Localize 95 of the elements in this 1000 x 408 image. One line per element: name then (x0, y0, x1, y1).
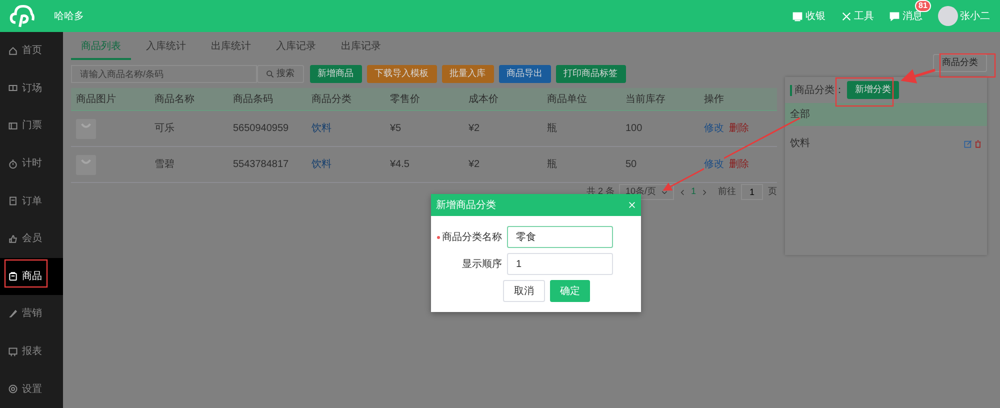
column-header: 商品单位 (546, 92, 588, 106)
tools-icon (840, 10, 852, 22)
column-header: 商品名称 (154, 92, 196, 106)
tab[interactable]: 出库记录 (331, 38, 391, 60)
field-label: 显示顺序 (462, 258, 502, 272)
toolbar-button[interactable]: 下载导入模板 (366, 65, 436, 83)
input-field[interactable]: 1 (507, 253, 613, 275)
tab[interactable]: 入库统计 (136, 38, 196, 60)
annotation-box (835, 77, 894, 107)
edit-link[interactable]: 修改 (704, 157, 724, 172)
column-header: 商品分类 (310, 92, 352, 106)
page-input[interactable]: 1 (741, 184, 763, 200)
header-link[interactable]: 收银 (792, 8, 826, 24)
cancel-button[interactable]: 取消 (503, 280, 545, 302)
next-icon[interactable] (701, 188, 708, 196)
accent-bar (790, 84, 792, 96)
table-cell-text: 饮料 (310, 158, 332, 172)
stopwatch-icon (8, 158, 18, 169)
user-name[interactable]: 张小二 (960, 8, 990, 24)
column-header: 当前库存 (624, 92, 666, 106)
category-button[interactable]: 商品分类 (933, 54, 987, 72)
category-label: 饮料 (790, 136, 811, 151)
table-cell-text: ¥2 (468, 122, 481, 136)
brand-name: 哈哈多 (54, 10, 84, 24)
toolbar-button[interactable]: 新增商品 (310, 65, 362, 83)
confirm-button[interactable]: 确定 (550, 280, 590, 302)
previous-icon[interactable] (678, 188, 686, 196)
column-header: 成本价 (468, 92, 500, 106)
product-image-icon (76, 118, 96, 138)
header-link[interactable]: 工具 (840, 8, 874, 24)
header-link[interactable]: 消息 (889, 8, 922, 24)
table-cell-text: 瓶 (546, 158, 558, 172)
sidebar-item[interactable]: 首页 (0, 32, 63, 70)
table-cell-text: 瓶 (546, 122, 558, 136)
sidebar-item[interactable]: 报表 (0, 332, 63, 370)
sidebar-item[interactable]: 门票 (0, 107, 63, 145)
document-icon (8, 196, 18, 206)
toolbar-button[interactable]: 打印商品标签 (556, 65, 626, 83)
tab[interactable]: 出库统计 (201, 38, 261, 60)
ticket-icon (8, 120, 18, 131)
search-button[interactable]: 搜索 (257, 65, 304, 83)
column-header: 零售价 (389, 92, 421, 106)
search-field[interactable]: 请输入商品名称/条码 (71, 65, 257, 83)
monitor-icon (792, 10, 803, 22)
table-cell-text: 可乐 (154, 122, 176, 136)
court-icon (8, 83, 18, 94)
sidebar-item[interactable]: 营销 (0, 295, 63, 333)
toolbar-button[interactable]: 商品导出 (498, 65, 550, 83)
input-field[interactable]: 零食 (507, 226, 613, 248)
column-header: 商品条码 (232, 92, 274, 106)
sidebar-item[interactable]: 会员 (0, 220, 63, 258)
annotation-box (939, 53, 996, 78)
edit-icon[interactable] (964, 140, 972, 148)
toolbar-button[interactable]: 批量入库 (442, 65, 494, 83)
category-item[interactable]: 全部 (785, 103, 987, 126)
annotation-box (4, 259, 48, 288)
column-header: 操作 (703, 92, 725, 106)
home-icon (8, 46, 18, 56)
table-cell-text: ¥2 (468, 158, 481, 172)
sidebar-item[interactable]: 商品 (0, 258, 63, 296)
dialog-title: 新增商品分类 (436, 198, 497, 212)
avatar[interactable] (938, 6, 958, 26)
table-cell-text: 100 (624, 122, 644, 136)
monitor-icon (8, 346, 18, 357)
table-cell-text: 5543784817 (232, 158, 290, 172)
table-cell-text: 饮料 (310, 122, 332, 136)
sidebar-item[interactable]: 设置 (0, 370, 63, 408)
add-category-button[interactable]: 新增分类 (847, 81, 899, 99)
chat-icon (889, 10, 900, 22)
table-cell-text: ¥5 (389, 122, 402, 136)
bag-icon (8, 271, 18, 282)
column-header: 商品图片 (75, 92, 117, 106)
notification-badge: 81 (914, 0, 932, 12)
close-icon[interactable] (628, 201, 636, 209)
caret-icon (660, 188, 668, 196)
field-label: 商品分类名称 (442, 230, 502, 244)
goto-label: 前往 (718, 185, 736, 198)
tab[interactable]: 入库记录 (266, 38, 326, 60)
product-image-icon (76, 154, 96, 174)
sidebar-item[interactable]: 订单 (0, 182, 63, 220)
table-cell-text: 5650940959 (232, 122, 290, 136)
category-label: 全部 (790, 108, 811, 122)
trash-icon[interactable] (974, 140, 982, 148)
panel-title: 商品分类： (794, 84, 844, 98)
table-cell-text: 雪碧 (154, 158, 176, 172)
sidebar-item[interactable]: 计时 (0, 144, 63, 182)
settings-icon (8, 384, 18, 394)
category-item[interactable]: 饮料 (785, 132, 987, 155)
arrow (900, 68, 936, 84)
table-cell-text: 50 (624, 158, 638, 172)
page-suffix: 页 (768, 185, 777, 198)
thumbs-up-icon (8, 234, 18, 244)
search-icon (266, 70, 274, 78)
table-cell-text: ¥4.5 (389, 158, 410, 172)
sidebar-item[interactable]: 订场 (0, 70, 63, 108)
